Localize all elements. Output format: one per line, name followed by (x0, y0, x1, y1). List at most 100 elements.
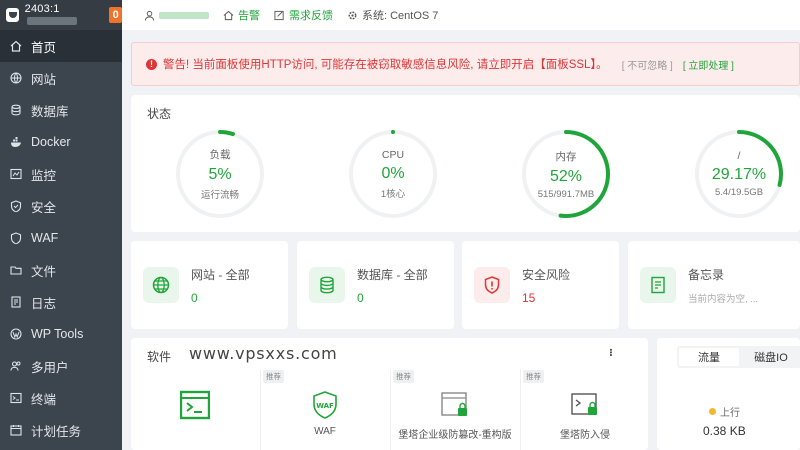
software-item-waf[interactable]: 推荐 WAF WAF (261, 370, 389, 450)
sidebar-item-label: 计划任务 (31, 424, 82, 439)
folder-icon (10, 264, 22, 276)
watermark-text: www.vpsxxs.com (189, 344, 338, 363)
wordpress-icon (10, 328, 22, 340)
tab-traffic[interactable]: 流量 (679, 348, 739, 366)
sidebar-item-label: WP Tools (31, 327, 84, 341)
database-icon (309, 267, 345, 303)
sidebar-item-label: 安全 (31, 200, 57, 215)
sidebar-item-label: 终端 (31, 392, 57, 407)
sidebar-item-12[interactable]: 计划任务 (0, 414, 122, 446)
status-title: 状态 (147, 107, 172, 121)
sidebar-item-2[interactable]: 数据库 (0, 94, 122, 126)
sidebar-item-4[interactable]: 监控 (0, 158, 122, 190)
overview-title: 数据库 - 全部 (357, 267, 428, 282)
sidebar-item-label: 日志 (31, 296, 57, 311)
gauge-sub: 运行流畅 (200, 190, 239, 201)
gauge-2[interactable]: 内存 52% 515/991.7MB (520, 128, 612, 220)
notification-badge[interactable]: 0 (109, 7, 122, 23)
software-name: WAF (314, 426, 336, 437)
traffic-tabs: 流量 磁盘IO (677, 346, 800, 368)
upload-dot-icon (709, 408, 716, 415)
globe-icon (143, 267, 179, 303)
recommend-tag: 推荐 (523, 370, 544, 383)
upload-value: 0.38 KB (703, 424, 746, 438)
sidebar-item-8[interactable]: 日志 (0, 286, 122, 318)
overview-title: 网站 - 全部 (191, 267, 250, 282)
server-ip: 2403:1 (25, 3, 104, 27)
globe-icon (10, 72, 22, 84)
traffic-card: 流量 磁盘IO 上行 0.38 KB (657, 338, 800, 450)
sidebar-item-6[interactable]: WAF (0, 222, 122, 254)
software-name: 堡塔防入侵 (560, 430, 610, 441)
alert-fix-link[interactable]: [ 立即处理 ] (683, 57, 734, 72)
sidebar-item-label: 数据库 (31, 104, 69, 119)
sidebar-item-label: WAF (31, 231, 59, 245)
terminal-lock-icon (570, 390, 600, 420)
gauge-sub: 1核心 (380, 188, 406, 200)
top-bar: 告警 需求反馈 系统: CentOS 7 (122, 0, 800, 30)
overview-value[interactable]: 0 (191, 291, 250, 305)
gauge-0[interactable]: 负载 5% 运行流畅 (174, 128, 266, 220)
sidebar-item-11[interactable]: 终端 (0, 382, 122, 414)
sidebar-header: 2403:1 0 (0, 0, 122, 30)
calendar-icon (10, 424, 22, 436)
svg-text:WAF: WAF (316, 402, 334, 410)
database-icon (10, 104, 22, 116)
user-info[interactable] (144, 10, 209, 21)
memo-icon (640, 267, 676, 303)
gauge-3[interactable]: / 29.17% 5.4/19.5GB (693, 128, 785, 220)
gauge-name: / (737, 150, 741, 162)
sidebar-item-label: 网站 (31, 72, 57, 87)
log-icon (10, 296, 22, 308)
software-item-tamper[interactable]: 推荐 堡塔企业级防篡改-重构版 (391, 370, 519, 450)
recommend-tag: 推荐 (393, 370, 414, 383)
alert-ignore: [ 不可忽略 ] (621, 60, 673, 72)
feedback-link[interactable]: 需求反馈 (274, 7, 333, 23)
recommend-tag: 推荐 (263, 370, 284, 383)
gauge-1[interactable]: CPU 0% 1核心 (347, 128, 439, 220)
home-icon (10, 40, 22, 52)
alert-message: 警告! 当前面板使用HTTP访问, 可能存在被窃取敏感信息风险, 请立即开启【面… (163, 59, 608, 71)
user-icon (144, 10, 155, 21)
sidebar-item-1[interactable]: 网站 (0, 62, 122, 94)
http-warning-alert: ! 警告! 当前面板使用HTTP访问, 可能存在被窃取敏感信息风险, 请立即开启… (131, 42, 800, 86)
alarm-link[interactable]: 告警 (223, 7, 260, 23)
overview-title: 安全风险 (522, 267, 571, 282)
gear-icon (348, 11, 357, 19)
sidebar-item-label: 文件 (31, 264, 57, 279)
browser-lock-icon (440, 390, 470, 420)
overview-title: 备忘录 (688, 267, 725, 282)
panel-logo-icon (6, 8, 19, 22)
gauge-sub: 5.4/19.5GB (714, 187, 764, 198)
sidebar-item-7[interactable]: 文件 (0, 254, 122, 286)
tab-disk-io[interactable]: 磁盘IO (741, 348, 800, 366)
more-options-icon[interactable]: ... (607, 348, 622, 356)
overview-security-risk[interactable]: 安全风险 15 (462, 241, 619, 329)
terminal-icon (10, 392, 22, 404)
overview-value[interactable]: 15 (522, 291, 570, 305)
sidebar: 2403:1 0 首页网站数据库 Docker 监控安全 WAF 文件日志 WP Tool… (0, 0, 122, 450)
sidebar-item-5[interactable]: 安全 (0, 190, 122, 222)
software-card: 软件 www.vpsxxs.com ... 推荐 WAF WAF 推荐 堡塔企业… (131, 338, 648, 450)
overview-databases[interactable]: 数据库 - 全部 0 (297, 241, 454, 329)
software-item-intrusion[interactable]: 推荐 堡塔防入侵 (521, 370, 649, 450)
sidebar-item-label: 多用户 (31, 360, 69, 375)
sidebar-item-3[interactable]: Docker (0, 126, 122, 158)
waf-shield-icon: WAF (310, 390, 340, 420)
software-title: 软件 (147, 350, 172, 364)
gauge-name: CPU (381, 148, 405, 161)
software-name: 堡塔企业级防篡改-重构版 (398, 430, 512, 441)
gauge-sub: 515/991.7MB (537, 188, 595, 200)
users-icon (10, 360, 22, 372)
sidebar-item-label: Docker (31, 135, 71, 149)
gauge-name: 负载 (209, 149, 231, 161)
sidebar-item-9[interactable]: WP Tools (0, 318, 122, 350)
overview-websites[interactable]: 网站 - 全部 0 (131, 241, 288, 329)
overview-value[interactable]: 0 (357, 291, 428, 305)
sidebar-item-0[interactable]: 首页 (0, 30, 122, 62)
home-alarm-icon (223, 10, 234, 20)
system-info: 系统: CentOS 7 (347, 7, 438, 23)
sidebar-item-10[interactable]: 多用户 (0, 350, 122, 382)
software-item-terminal[interactable] (131, 370, 259, 450)
overview-memo[interactable]: 备忘录 当前内容为空, ... (628, 241, 800, 329)
